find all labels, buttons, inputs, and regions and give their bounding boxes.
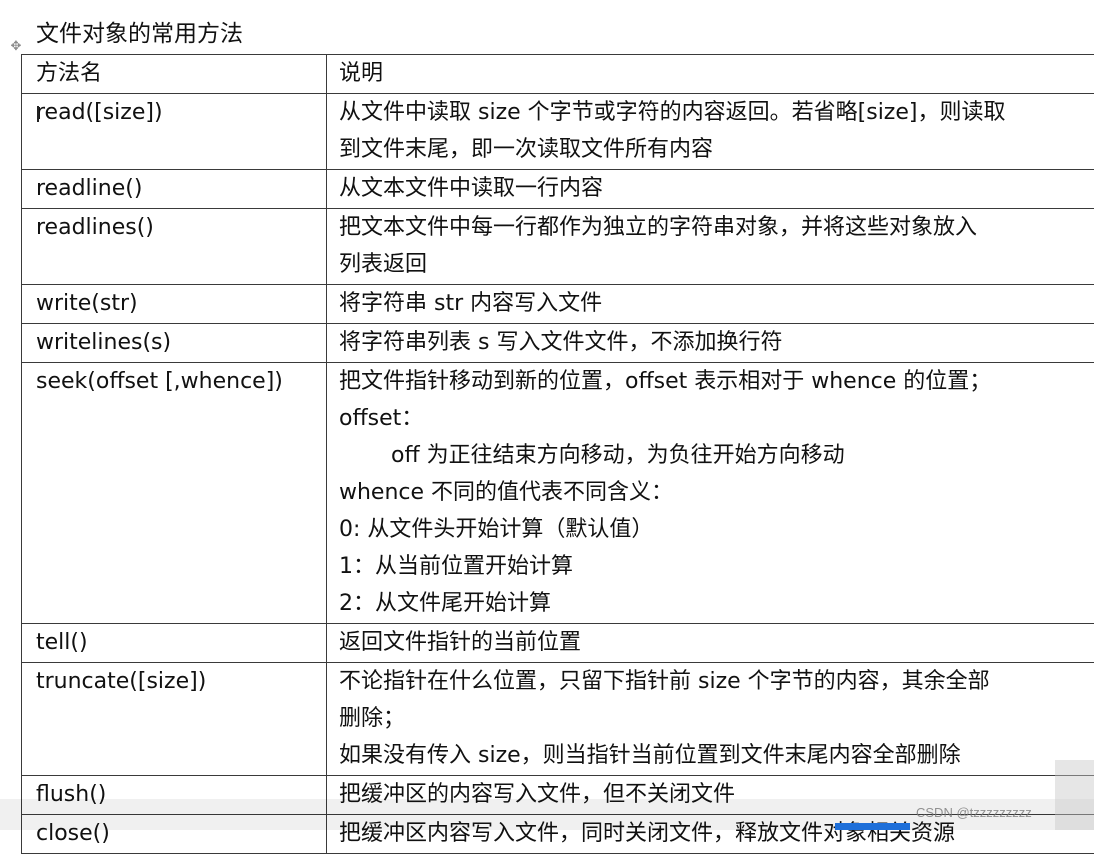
description-line: 返回文件指针的当前位置 <box>339 624 1094 661</box>
table-row: truncate([size])不论指针在什么位置，只留下指针前 size 个字… <box>22 663 1094 776</box>
description-line: 如果没有传入 size，则当指针当前位置到文件末尾内容全部删除 <box>339 737 1094 774</box>
method-name-cell: write(str) <box>22 285 327 324</box>
description-line: whence 不同的值代表不同含义： <box>339 474 1094 511</box>
header-description: 说明 <box>327 55 1094 94</box>
method-name-cell: writelines(s) <box>22 324 327 363</box>
description-line: 将字符串 str 内容写入文件 <box>339 285 1094 322</box>
description-line: 把文本文件中每一行都作为独立的字符串对象，并将这些对象放入 <box>339 209 1094 246</box>
description-line: 把文件指针移动到新的位置，offset 表示相对于 whence 的位置； <box>339 363 1094 400</box>
table-row: readlines()把文本文件中每一行都作为独立的字符串对象，并将这些对象放入… <box>22 209 1094 285</box>
text-cursor <box>37 106 39 122</box>
description-cell: 将字符串 str 内容写入文件 <box>327 285 1094 324</box>
progress-indicator <box>835 823 910 830</box>
table-header-row: 方法名 说明 <box>22 55 1094 94</box>
table-row: tell() 返回文件指针的当前位置 <box>22 624 1094 663</box>
table-row: writelines(s) 将字符串列表 s 写入文件文件，不添加换行符 <box>22 324 1094 363</box>
description-line: 不论指针在什么位置，只留下指针前 size 个字节的内容，其余全部 <box>339 663 1094 700</box>
description-cell: 不论指针在什么位置，只留下指针前 size 个字节的内容，其余全部删除；如果没有… <box>327 663 1094 776</box>
watermark: CSDN @tzzzzzzzzz <box>916 805 1032 820</box>
table-row: read([size])从文件中读取 size 个字节或字符的内容返回。若省略[… <box>22 94 1094 170</box>
header-method-name: 方法名 <box>22 55 327 94</box>
description-line: 将字符串列表 s 写入文件文件，不添加换行符 <box>339 324 1094 361</box>
document-title: 文件对象的常用方法 <box>36 19 243 49</box>
method-name-cell: readline() <box>22 170 327 209</box>
method-name-cell: seek(offset [,whence]) <box>22 363 327 624</box>
description-cell: 从文本文件中读取一行内容 <box>327 170 1094 209</box>
description-line: 从文件中读取 size 个字节或字符的内容返回。若省略[size]，则读取 <box>339 94 1094 131</box>
description-cell: 把文本文件中每一行都作为独立的字符串对象，并将这些对象放入列表返回 <box>327 209 1094 285</box>
description-cell: 把文件指针移动到新的位置，offset 表示相对于 whence 的位置；off… <box>327 363 1094 624</box>
table-row: seek(offset [,whence])把文件指针移动到新的位置，offse… <box>22 363 1094 624</box>
description-line: 列表返回 <box>339 246 1094 283</box>
method-name-cell: tell() <box>22 624 327 663</box>
description-line: 到文件末尾，即一次读取文件所有内容 <box>339 131 1094 168</box>
description-cell: 返回文件指针的当前位置 <box>327 624 1094 663</box>
method-name-cell: read([size]) <box>22 94 327 170</box>
table-move-handle-icon[interactable]: ✥ <box>8 39 24 55</box>
table-row: readline() 从文本文件中读取一行内容 <box>22 170 1094 209</box>
description-line: off 为正往结束方向移动，为负往开始方向移动 <box>339 437 1094 474</box>
side-panel <box>1055 760 1094 830</box>
description-line: 删除； <box>339 700 1094 737</box>
description-line: 从文本文件中读取一行内容 <box>339 170 1094 207</box>
method-name-cell: readlines() <box>22 209 327 285</box>
methods-table: 方法名 说明 read([size])从文件中读取 size 个字节或字符的内容… <box>21 54 1094 854</box>
description-cell: 将字符串列表 s 写入文件文件，不添加换行符 <box>327 324 1094 363</box>
description-line: offset： <box>339 400 1094 437</box>
method-name-cell: truncate([size]) <box>22 663 327 776</box>
description-line: 1：从当前位置开始计算 <box>339 548 1094 585</box>
description-line: 0: 从文件头开始计算（默认值） <box>339 511 1094 548</box>
table-row: write(str) 将字符串 str 内容写入文件 <box>22 285 1094 324</box>
description-cell: 从文件中读取 size 个字节或字符的内容返回。若省略[size]，则读取到文件… <box>327 94 1094 170</box>
description-line: 2：从文件尾开始计算 <box>339 585 1094 622</box>
